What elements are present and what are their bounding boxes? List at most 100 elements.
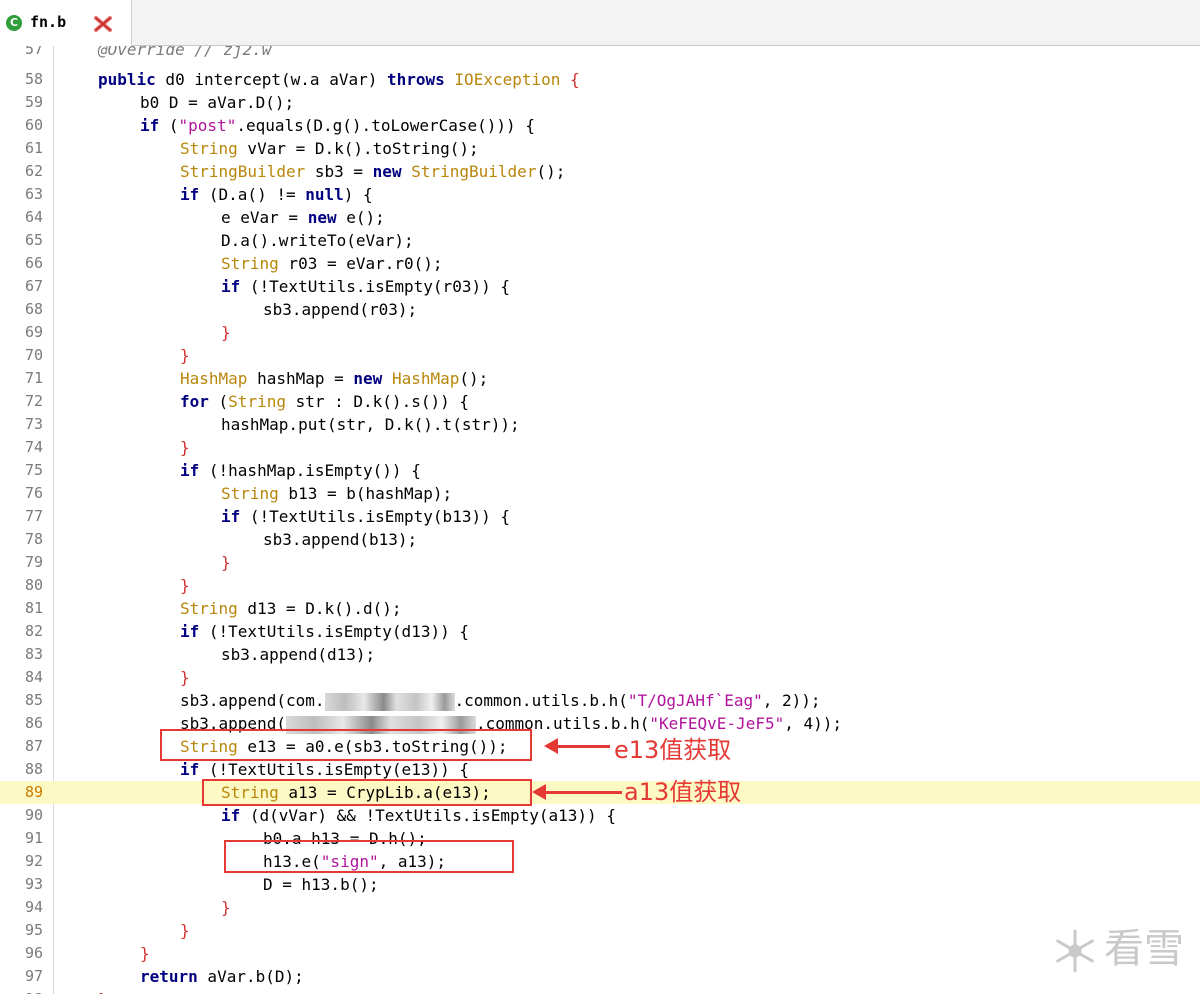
keyword: if bbox=[140, 116, 160, 135]
line-number: 97 bbox=[24, 967, 43, 985]
code-line: 68 sb3.append(r03); bbox=[0, 298, 1200, 321]
keyword: for bbox=[180, 392, 209, 411]
editor-tab-bar: C fn.b bbox=[0, 0, 1200, 46]
code-text: str : D.k().s()) { bbox=[285, 392, 469, 411]
code-line: 60 if ("post".equals(D.g().toLowerCase())… bbox=[0, 114, 1200, 137]
type-name: String bbox=[221, 484, 279, 503]
code-line: 82 if (!TextUtils.isEmpty(d13)) { bbox=[0, 620, 1200, 643]
code-text: } bbox=[140, 944, 150, 963]
highlight-box-e13 bbox=[160, 729, 532, 761]
line-number: 64 bbox=[24, 208, 43, 226]
watermark: 看雪 bbox=[1052, 916, 1184, 974]
keyword: if bbox=[221, 507, 241, 526]
code-line: 90 if (d(vVar) && !TextUtils.isEmpty(a13)… bbox=[0, 804, 1200, 827]
type-name: StringBuilder bbox=[180, 162, 306, 181]
keyword: new bbox=[353, 369, 383, 388]
code-text: r03 = eVar.r0(); bbox=[278, 254, 443, 273]
line-number: 75 bbox=[24, 461, 43, 479]
code-text: } bbox=[221, 898, 231, 917]
code-line: 65 D.a().writeTo(eVar); bbox=[0, 229, 1200, 252]
code-line: 66 String r03 = eVar.r0(); bbox=[0, 252, 1200, 275]
annotation-a13: a13值获取 bbox=[624, 778, 742, 806]
arrow-left-icon bbox=[532, 784, 622, 800]
code-text: sb3.append(b13); bbox=[263, 530, 418, 549]
code-line: 58 public d0 intercept(w.a aVar) throws I… bbox=[0, 68, 1200, 91]
code-line: 88 if (!TextUtils.isEmpty(e13)) { bbox=[0, 758, 1200, 781]
code-text: ( bbox=[208, 392, 229, 411]
code-text: } bbox=[221, 553, 231, 572]
line-number: 80 bbox=[24, 576, 43, 594]
code-text: d13 = D.k().d(); bbox=[237, 599, 402, 618]
line-number: 85 bbox=[24, 691, 43, 709]
tab-label: fn.b bbox=[30, 13, 67, 31]
redacted-package bbox=[324, 692, 455, 711]
code-text: } bbox=[180, 576, 190, 595]
code-text: sb3.append(r03); bbox=[263, 300, 418, 319]
code-line: 93 D = h13.b(); bbox=[0, 873, 1200, 896]
line-number: 67 bbox=[24, 277, 43, 295]
type-name: HashMap bbox=[180, 369, 248, 388]
code-text: b0 D = aVar.D(); bbox=[140, 93, 295, 112]
annotation-e13: e13值获取 bbox=[614, 736, 732, 764]
line-number: 90 bbox=[24, 806, 43, 824]
type-name: IOException bbox=[454, 70, 561, 89]
code-line: 63 if (D.a() != null) { bbox=[0, 183, 1200, 206]
line-number: 98 bbox=[0, 988, 43, 994]
line-number: 87 bbox=[24, 737, 43, 755]
line-number: 66 bbox=[24, 254, 43, 272]
code-text: sb3.append(d13); bbox=[221, 645, 376, 664]
line-number: 74 bbox=[24, 438, 43, 456]
type-name: String bbox=[221, 254, 279, 273]
line-number: 81 bbox=[24, 599, 43, 617]
code-line: 97 return aVar.b(D); bbox=[0, 965, 1200, 988]
line-number: 59 bbox=[24, 93, 43, 111]
line-number: 63 bbox=[24, 185, 43, 203]
code-editor[interactable]: 57 @Override // zj2.w 58 public d0 interce… bbox=[0, 46, 1200, 994]
code-line: 83 sb3.append(d13); bbox=[0, 643, 1200, 666]
code-line: 62 StringBuilder sb3 = new StringBuilder(… bbox=[0, 160, 1200, 183]
line-number: 95 bbox=[24, 921, 43, 939]
tab-fn-b[interactable]: C fn.b bbox=[0, 0, 132, 46]
line-number: 57 bbox=[24, 46, 43, 58]
code-text: b13 = b(hashMap); bbox=[278, 484, 453, 503]
keyword: return bbox=[140, 967, 198, 986]
line-number: 84 bbox=[24, 668, 43, 686]
line-number: 93 bbox=[24, 875, 43, 893]
code-text: aVar.b(D); bbox=[197, 967, 304, 986]
class-c-icon: C bbox=[6, 15, 22, 31]
watermark-text: 看雪 bbox=[1104, 926, 1184, 972]
code-line: 98} bbox=[0, 988, 1200, 994]
keyword: public bbox=[98, 70, 156, 89]
code-text: (!TextUtils.isEmpty(b13)) { bbox=[240, 507, 510, 526]
code-line: 78 sb3.append(b13); bbox=[0, 528, 1200, 551]
code-text: ( bbox=[159, 116, 179, 135]
code-line: 79} bbox=[0, 551, 1200, 574]
code-line: 76 String b13 = b(hashMap); bbox=[0, 482, 1200, 505]
code-line: 80} bbox=[0, 574, 1200, 597]
line-number: 73 bbox=[24, 415, 43, 433]
code-comment: @Override // zj2.w bbox=[98, 46, 272, 59]
snowflake-icon bbox=[1056, 929, 1094, 973]
line-number: 94 bbox=[24, 898, 43, 916]
type-name: String bbox=[228, 392, 286, 411]
code-text: (!TextUtils.isEmpty(e13)) { bbox=[199, 760, 469, 779]
keyword: if bbox=[180, 760, 200, 779]
type-name: String bbox=[180, 139, 238, 158]
code-text: (!TextUtils.isEmpty(r03)) { bbox=[240, 277, 510, 296]
code-text: sb3 = bbox=[305, 162, 373, 181]
code-line: 95} bbox=[0, 919, 1200, 942]
close-x-icon[interactable] bbox=[93, 14, 113, 34]
code-line: 71 HashMap hashMap = new HashMap(); bbox=[0, 367, 1200, 390]
code-line: 74} bbox=[0, 436, 1200, 459]
code-line: 61 String vVar = D.k().toString(); bbox=[0, 137, 1200, 160]
code-text: (); bbox=[459, 369, 489, 388]
code-line: 72 for (String str : D.k().s()) { bbox=[0, 390, 1200, 413]
code-line: 77 if (!TextUtils.isEmpty(b13)) { bbox=[0, 505, 1200, 528]
highlight-box-sign bbox=[224, 840, 514, 873]
line-number: 92 bbox=[24, 852, 43, 870]
code-text: } bbox=[98, 990, 108, 994]
line-number: 78 bbox=[24, 530, 43, 548]
line-number: 62 bbox=[24, 162, 43, 180]
